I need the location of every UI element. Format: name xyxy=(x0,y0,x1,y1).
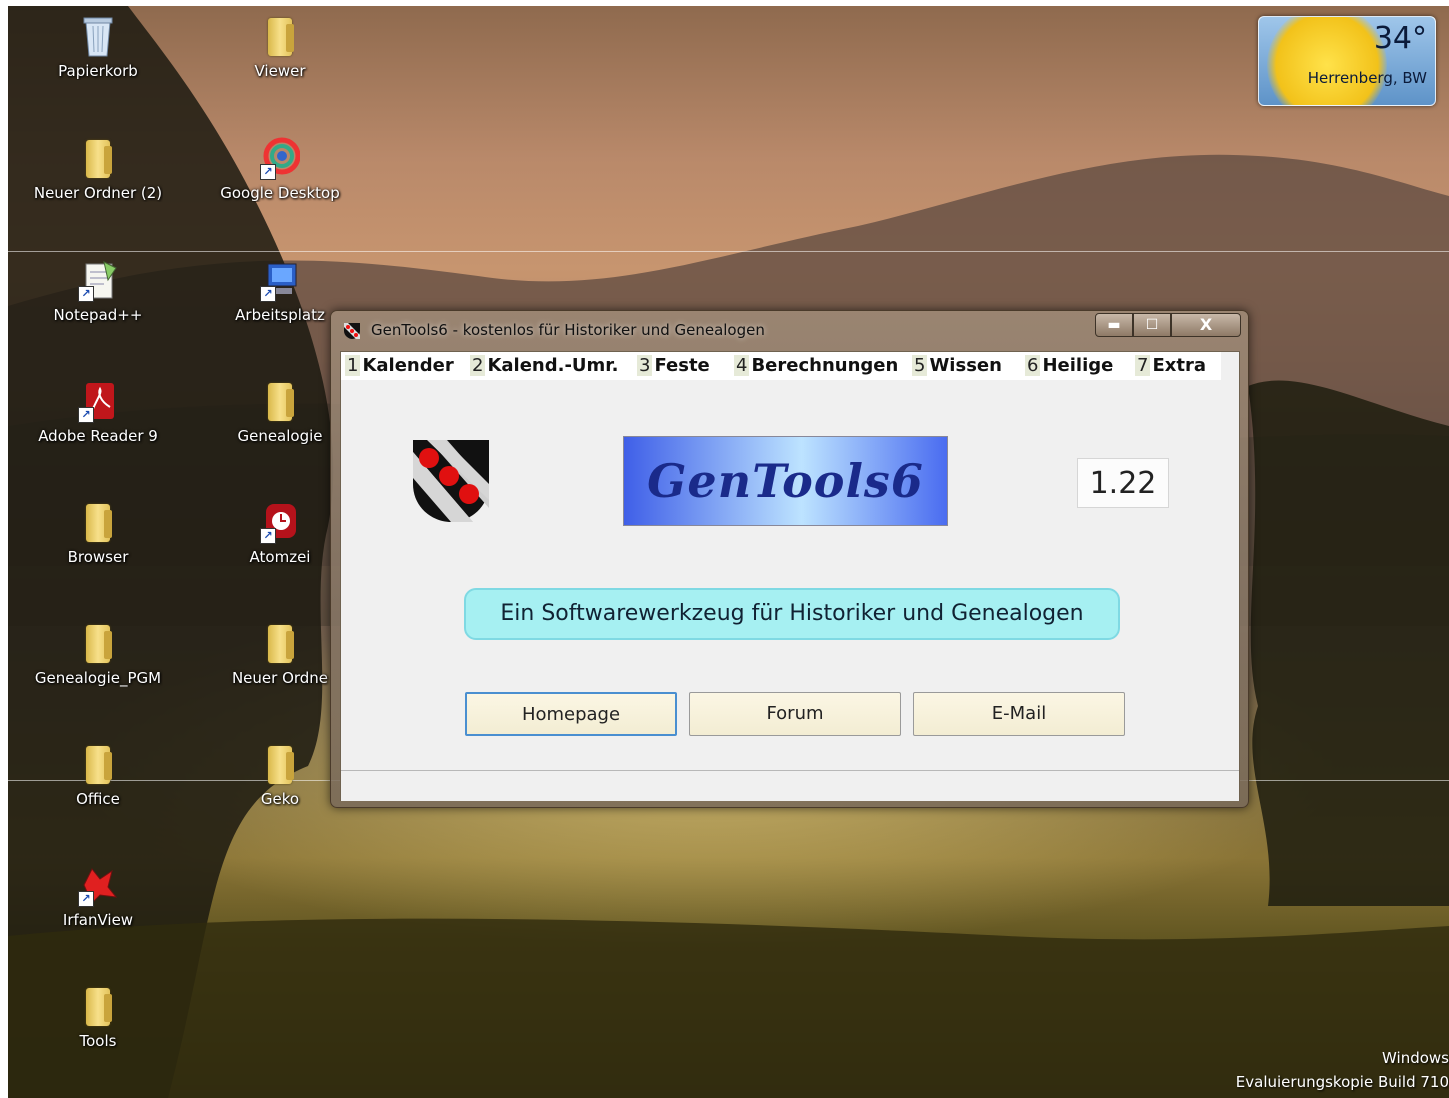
desktop-icon-papierkorb[interactable]: Papierkorb xyxy=(33,14,163,80)
folder-icon xyxy=(260,379,300,423)
folder-icon xyxy=(78,500,118,544)
status-bar xyxy=(341,770,1239,801)
folder-icon xyxy=(78,136,118,180)
tab-bar: 1 Kalender 2 Kalend.-Umr. 3 Feste 4 Berechnu… xyxy=(341,352,1221,380)
desktop-icon-tools[interactable]: Tools xyxy=(33,984,163,1050)
desktop-icon-viewer[interactable]: Viewer xyxy=(215,14,345,80)
desktop-icon-genealogie[interactable]: Genealogie xyxy=(215,379,345,445)
adobe-reader-icon: ↗ xyxy=(78,379,118,423)
app-shield-icon xyxy=(344,323,360,339)
tab-kalend-umr[interactable]: 2 Kalend.-Umr. xyxy=(470,355,618,376)
desktop-icon-notepad-plus-plus[interactable]: ↗ Notepad++ xyxy=(33,258,163,324)
gentools-logo-banner: GenTools6 xyxy=(623,436,948,526)
tab-extra[interactable]: 7 Extra xyxy=(1135,355,1206,376)
window-title: GenTools6 - kostenlos für Historiker und… xyxy=(371,321,765,339)
shortcut-arrow-icon: ↗ xyxy=(260,528,276,544)
folder-icon xyxy=(78,984,118,1028)
shortcut-arrow-icon: ↗ xyxy=(78,891,94,907)
minimize-button[interactable]: ▬ xyxy=(1095,313,1133,337)
weather-gadget[interactable]: 34° Herrenberg, BW xyxy=(1258,16,1436,106)
tab-feste[interactable]: 3 Feste xyxy=(637,355,710,376)
desktop-icon-irfanview[interactable]: ↗ IrfanView xyxy=(33,863,163,929)
folder-icon xyxy=(260,621,300,665)
google-desktop-icon: ↗ xyxy=(260,136,301,180)
window-client-area: 1 Kalender 2 Kalend.-Umr. 3 Feste 4 Berechnu… xyxy=(340,351,1240,801)
version-label: 1.22 xyxy=(1077,458,1169,508)
desktop-icon-adobe-reader-9[interactable]: ↗ Adobe Reader 9 xyxy=(33,379,163,445)
shortcut-arrow-icon: ↗ xyxy=(260,164,276,180)
tagline-banner: Ein Softwarewerkzeug für Historiker und … xyxy=(464,588,1120,640)
irfanview-icon: ↗ xyxy=(78,863,118,907)
folder-icon xyxy=(260,742,300,786)
logo-text: GenTools6 xyxy=(647,454,924,508)
desktop-icon-office[interactable]: Office xyxy=(33,742,163,808)
crest-shield-icon xyxy=(413,440,489,522)
folder-icon xyxy=(78,621,118,665)
close-button[interactable]: X xyxy=(1171,313,1241,337)
notepad-plus-plus-icon: ↗ xyxy=(78,258,118,302)
recycle-bin-icon xyxy=(78,14,118,58)
watermark-line-1: Windows xyxy=(1382,1049,1449,1067)
desktop-icon-geko[interactable]: Geko xyxy=(215,742,345,808)
tab-berechnungen[interactable]: 4 Berechnungen xyxy=(734,355,898,376)
maximize-button[interactable]: ☐ xyxy=(1133,313,1171,337)
folder-icon xyxy=(260,14,300,58)
tab-wissen[interactable]: 5 Wissen xyxy=(912,355,1002,376)
tab-kalender[interactable]: 1 Kalender xyxy=(345,355,454,376)
weather-temperature: 34° xyxy=(1373,21,1427,56)
window-titlebar[interactable]: GenTools6 - kostenlos für Historiker und… xyxy=(331,311,1248,349)
desktop-icon-neuer-ordner[interactable]: Neuer Ordne xyxy=(215,621,345,687)
atomzeit-icon: ↗ xyxy=(260,500,300,544)
sun-icon xyxy=(1267,17,1387,105)
forum-button[interactable]: Forum xyxy=(689,692,901,736)
windows-watermark: Windows Evaluierungskopie Build 710 xyxy=(1236,1046,1449,1094)
desktop-icon-atomzei[interactable]: ↗ Atomzei xyxy=(215,500,345,566)
shortcut-arrow-icon: ↗ xyxy=(78,286,94,302)
homepage-button[interactable]: Homepage xyxy=(465,692,677,736)
desktop-background: Papierkorb Viewer Neuer Ordner (2) ↗ Goo… xyxy=(8,6,1449,1098)
tab-heilige[interactable]: 6 Heilige xyxy=(1025,355,1113,376)
gentools-window: GenTools6 - kostenlos für Historiker und… xyxy=(330,310,1249,808)
desktop-icon-browser[interactable]: Browser xyxy=(33,500,163,566)
desktop-icon-arbeitsplatz[interactable]: ↗ Arbeitsplatz xyxy=(215,258,345,324)
folder-icon xyxy=(78,742,118,786)
shortcut-arrow-icon: ↗ xyxy=(260,286,276,302)
desktop-icon-genealogie-pgm[interactable]: Genealogie_PGM xyxy=(33,621,163,687)
desktop-icon-neuer-ordner-2[interactable]: Neuer Ordner (2) xyxy=(33,136,163,202)
desktop-icon-google-desktop[interactable]: ↗ Google Desktop xyxy=(215,136,345,202)
watermark-line-2: Evaluierungskopie Build 710 xyxy=(1235,1073,1449,1091)
computer-icon: ↗ xyxy=(260,258,300,302)
shortcut-arrow-icon: ↗ xyxy=(78,407,94,423)
weather-location: Herrenberg, BW xyxy=(1307,69,1427,87)
email-button[interactable]: E-Mail xyxy=(913,692,1125,736)
glass-reflection-line xyxy=(8,251,1449,252)
